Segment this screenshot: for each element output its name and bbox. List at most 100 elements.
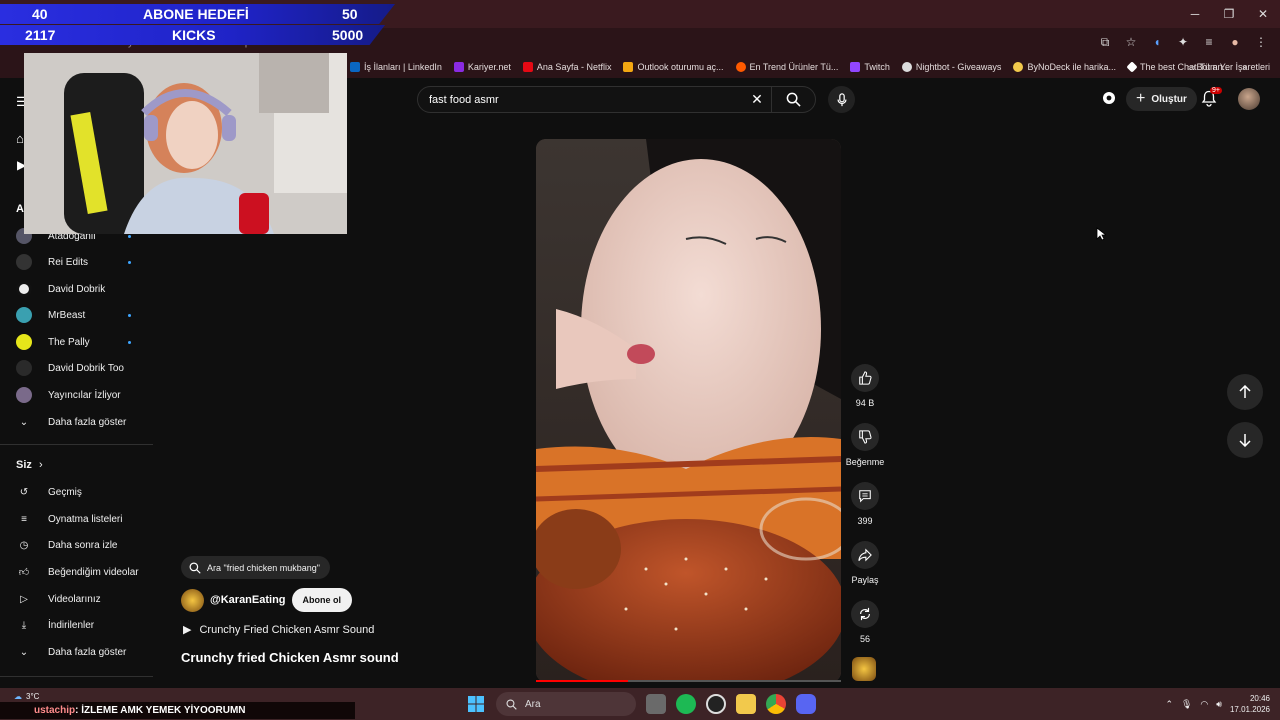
next-short-button[interactable]	[1227, 422, 1263, 458]
close-window-icon[interactable]: ✕	[1246, 0, 1280, 28]
sidebar-item-history[interactable]: ↺ Geçmiş	[16, 481, 82, 503]
chrome-icon[interactable]	[766, 694, 786, 714]
webcam-feed	[24, 53, 347, 234]
bookmark-label: Nightbot - Giveaways	[915, 62, 1002, 72]
sidebar-item-playlists[interactable]: ≡ Oynatma listeleri	[16, 508, 122, 530]
sidebar-sub-2[interactable]: David Dobrik	[16, 278, 105, 300]
subscribe-button[interactable]: Abone ol	[291, 588, 353, 612]
channel-avatar	[16, 334, 32, 350]
sidebar-sub-4[interactable]: The Pally	[16, 331, 90, 353]
sidebar-section-you[interactable]: Siz ›	[16, 459, 43, 471]
file-explorer-icon[interactable]	[736, 694, 756, 714]
window-controls: ─ ❐ ✕	[1178, 0, 1280, 28]
sidebar-divider	[0, 444, 153, 445]
mouse-cursor-icon	[1096, 227, 1106, 241]
wifi-icon[interactable]: ◠	[1200, 699, 1208, 710]
bookmark-nightbot[interactable]: Nightbot - Giveaways	[901, 62, 1002, 72]
bookmark-kariyer[interactable]: Kariyer.net	[453, 62, 511, 72]
video-progress-bar[interactable]	[536, 680, 841, 682]
search-box[interactable]: fast food asmr ✕	[417, 86, 816, 113]
you-title: Siz	[16, 459, 32, 471]
related-search-chip[interactable]: Ara "fried chicken mukbang"	[181, 556, 330, 579]
search-input[interactable]: fast food asmr	[418, 94, 743, 106]
sound-row[interactable]: ▶ Crunchy Fried Chicken Asmr Sound	[183, 623, 374, 637]
bookmark-trend[interactable]: En Trend Ürünler Tü...	[735, 62, 838, 72]
sidebar-item-downloads[interactable]: ⤓ İndirilenler	[16, 614, 94, 636]
channel-avatar[interactable]	[181, 588, 204, 612]
bookmark-outlook[interactable]: Outlook oturumu aç...	[623, 62, 724, 72]
tab-search-icon[interactable]: ≡	[1198, 31, 1220, 53]
kariyer-icon	[453, 62, 464, 72]
mic-icon	[836, 92, 847, 106]
obs-icon[interactable]	[706, 694, 726, 714]
voice-search-button[interactable]	[828, 86, 855, 113]
system-tray: ⌃ 🎙︎ ◠ 🔊︎ 20:46 17.01.2026	[1165, 692, 1270, 716]
sidebar-item-watch-later[interactable]: ◷ Daha sonra izle	[16, 534, 118, 556]
notifications-button[interactable]: 9+	[1201, 87, 1222, 112]
taskbar-search[interactable]: Ara	[496, 692, 636, 716]
bookmark-twitch[interactable]: Twitch	[850, 62, 890, 72]
bynodeck-icon	[1013, 62, 1024, 72]
task-view-icon[interactable]	[646, 694, 666, 714]
studio-icon[interactable]	[1101, 90, 1117, 111]
volume-icon[interactable]: 🔊︎	[1216, 699, 1222, 710]
short-video-player[interactable]	[536, 139, 841, 682]
sidebar-sub-6[interactable]: Yayıncılar İzliyor	[16, 384, 121, 406]
thumbs-up-icon: 👍︎	[18, 567, 30, 578]
taskbar-clock[interactable]: 20:46 17.01.2026	[1230, 693, 1270, 715]
share-icon	[858, 548, 872, 562]
puzzle-icon[interactable]: ✦	[1172, 31, 1194, 53]
home-icon[interactable]: ⌂	[16, 131, 24, 146]
like-count: 94 B	[855, 398, 875, 408]
bookmark-linkedin[interactable]: İş İlanları | LinkedIn	[350, 62, 442, 72]
profile-icon[interactable]: ●	[1224, 31, 1246, 53]
sidebar-sub-label: The Pally	[48, 336, 90, 348]
sidebar-show-more[interactable]: ⌄ Daha fazla göster	[16, 411, 127, 433]
share-button[interactable]: Paylaş	[845, 541, 885, 585]
star-icon[interactable]: ☆	[1120, 31, 1142, 53]
bookmark-bynodeck[interactable]: ByNoDeck ile harika...	[1013, 62, 1116, 72]
weather-widget[interactable]: ☁ 3°C	[14, 692, 39, 701]
account-avatar[interactable]	[1238, 88, 1260, 110]
sidebar-item-label: Oynatma listeleri	[48, 513, 123, 525]
previous-short-button[interactable]	[1227, 374, 1263, 410]
channel-handle[interactable]: @KaranEating	[210, 594, 286, 606]
remix-count: 56	[859, 634, 870, 644]
bookmark-label: ByNoDeck ile harika...	[1027, 62, 1116, 72]
search-button[interactable]	[771, 87, 815, 112]
arrow-up-icon	[1239, 385, 1251, 398]
clear-search-icon[interactable]: ✕	[743, 91, 771, 108]
like-button[interactable]: 94 B	[845, 364, 885, 408]
extension-icon[interactable]: ◖	[1146, 31, 1168, 53]
discord-icon[interactable]	[796, 694, 816, 714]
menu-icon[interactable]: ⋮	[1250, 31, 1272, 53]
sidebar-item-label: Videolarınız	[48, 593, 101, 605]
bookmark-label: İş İlanları | LinkedIn	[364, 62, 442, 72]
restore-icon[interactable]: ❐	[1212, 0, 1246, 28]
kicks-target: 5000	[332, 27, 364, 43]
all-bookmarks[interactable]: ▭ Tüm Yer İşaretleri	[1187, 56, 1270, 78]
spotify-icon[interactable]	[676, 694, 696, 714]
channel-avatar	[16, 281, 32, 297]
comments-button[interactable]: 399	[845, 482, 885, 526]
clock-date: 17.01.2026	[1229, 705, 1270, 714]
microphone-tray-icon[interactable]: 🎙︎	[1181, 699, 1192, 710]
tray-chevron-icon[interactable]: ⌃	[1165, 699, 1173, 710]
sidebar-show-more-2[interactable]: ⌄ Daha fazla göster	[16, 641, 127, 663]
create-button[interactable]: + Oluştur	[1126, 87, 1197, 111]
dislike-button[interactable]: Beğenme	[845, 423, 885, 467]
bookmark-netflix[interactable]: Ana Sayfa - Netflix	[522, 62, 611, 72]
install-icon[interactable]: ⧉	[1094, 31, 1116, 53]
sidebar-item-your-videos[interactable]: ▷ Videolarınız	[16, 588, 101, 610]
windows-start-icon[interactable]	[466, 694, 486, 714]
sidebar-sub-3[interactable]: MrBeast	[16, 304, 85, 326]
sidebar-item-liked[interactable]: 👍︎ Beğendiğim videolar	[16, 561, 139, 583]
thumbs-down-icon	[859, 430, 872, 444]
sidebar-sub-5[interactable]: David Dobrik Too	[16, 357, 124, 379]
channel-sound-avatar[interactable]	[852, 657, 876, 681]
sidebar-sub-1[interactable]: Rei Edits	[16, 251, 88, 273]
remix-button[interactable]: 56	[845, 600, 885, 644]
download-icon: ⤓	[21, 619, 27, 631]
minimize-icon[interactable]: ─	[1178, 0, 1212, 28]
sidebar-sub-label: Rei Edits	[48, 256, 89, 268]
